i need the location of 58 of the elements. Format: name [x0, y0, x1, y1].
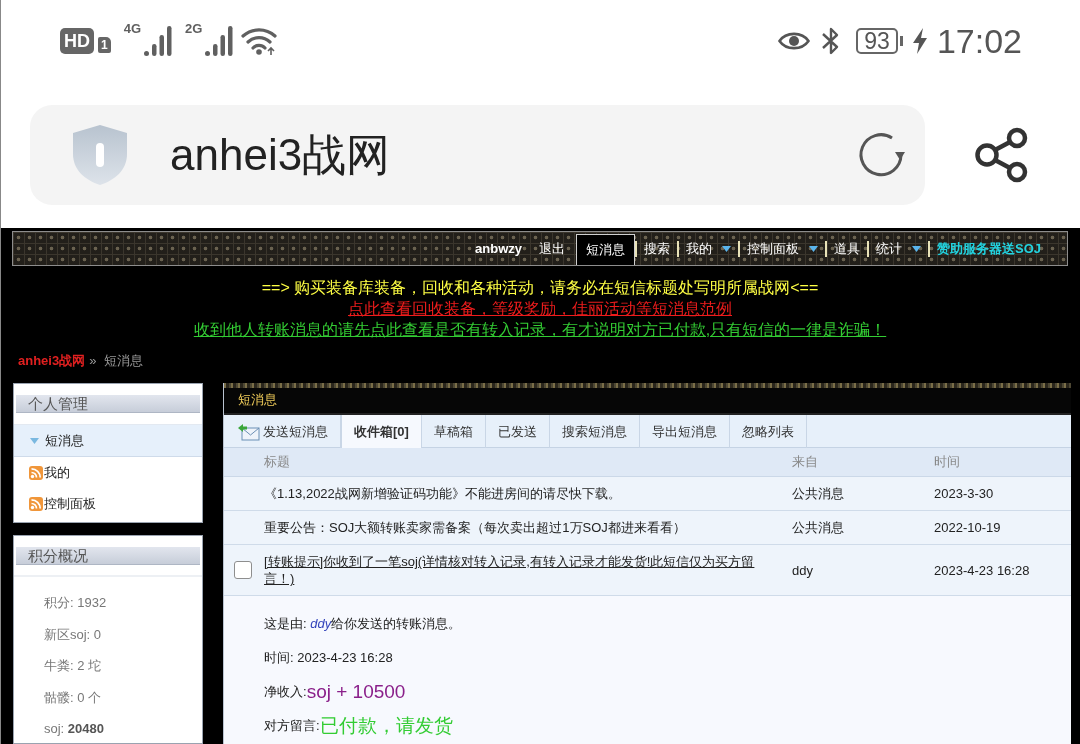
message-link[interactable]: [转账提示]你收到了一笔soj(详情核对转入记录,有转入记录才能发货!此短信仅为买方留言！): [264, 553, 764, 587]
message-title[interactable]: 重要公告：SOJ大额转账卖家需备案（每次卖出超过1万SOJ都进来看看）: [264, 520, 686, 535]
field-label: 对方留言:: [264, 717, 320, 735]
stat-text: 积分: 1932: [43, 594, 108, 612]
clock: 17:02: [936, 21, 1022, 61]
table-cell-text: 2023-3-30: [934, 485, 995, 502]
table-cell-text: 2023-4-23 16:28: [934, 561, 1031, 579]
eye-icon: [778, 30, 811, 52]
breadcrumb-link[interactable]: anhei3战网: [18, 353, 86, 368]
column-header: 标题: [264, 453, 291, 471]
sim-indicator: 1: [98, 37, 111, 53]
message-text: 这是由: ddy给你发送的转账消息。: [264, 615, 462, 633]
caret-icon: [30, 437, 39, 444]
checkbox[interactable]: [234, 561, 252, 579]
sidebar-item[interactable]: 短消息: [14, 425, 202, 457]
stat-text: 骷髅: 0 个: [43, 688, 103, 707]
notice-link[interactable]: 点此查看回收装备，等级奖励，佳丽活动等短消息范例: [348, 298, 732, 319]
rss-icon: [29, 465, 43, 480]
refresh-icon[interactable]: [857, 131, 905, 179]
username: anbwzy: [475, 240, 522, 258]
panel-title: 短消息: [238, 391, 277, 409]
page-title: anhei3战网: [170, 129, 392, 181]
envelope-icon: [238, 422, 260, 441]
share-icon[interactable]: [975, 127, 1029, 183]
column-header: 来自: [792, 453, 819, 471]
network-label: 2G: [185, 22, 203, 36]
nav-link[interactable]: 退出: [532, 232, 572, 265]
table-cell-text: 2022-10-19: [934, 519, 1002, 536]
rss-icon: [29, 496, 43, 511]
tab[interactable]: 收件箱[0]: [341, 415, 422, 448]
column-header: 时间: [934, 453, 961, 471]
stat-text: 新区soj: 0: [43, 625, 103, 644]
sidebar-item[interactable]: 我的: [14, 457, 202, 488]
shield-icon: [72, 124, 128, 186]
signal-icon: [205, 26, 234, 56]
message-text: 时间: 2023-4-23 16:28: [264, 649, 393, 667]
battery-indicator: 93: [856, 28, 903, 54]
sidebar-item[interactable]: 控制面板: [14, 488, 202, 519]
breadcrumb-separator: »: [89, 353, 97, 368]
hd-indicator: HD: [60, 28, 94, 54]
field-label: 净收入:: [264, 683, 307, 699]
panel-title: 个人管理: [16, 395, 200, 413]
message-title[interactable]: 《1.13,2022战网新增验证码功能》不能进房间的请尽快下载。: [264, 486, 621, 501]
table-cell-text: ddy: [792, 561, 814, 579]
table-cell-text: 公共消息: [792, 485, 845, 502]
address-bar[interactable]: anhei3战网: [30, 105, 925, 205]
field-value: 已付款，请发货: [319, 714, 453, 738]
table-cell-text: 公共消息: [792, 519, 845, 536]
breadcrumb-link[interactable]: 短消息: [104, 353, 144, 368]
wifi-icon: [241, 27, 280, 55]
notice-link[interactable]: 收到他人转账消息的请先点此查看是否有转入记录，有才说明对方已付款,只有短信的一律是诈骗！: [193, 319, 887, 340]
stat-text: soj: 20480: [43, 720, 105, 739]
nav-link[interactable]: 短消息: [576, 234, 635, 265]
notice-text: ==> 购买装备库装备，回收和各种活动，请务必在短信标题处写明所属战网<==: [261, 278, 819, 298]
network-label: 4G: [123, 22, 142, 36]
signal-icon: [144, 26, 173, 56]
panel-title: 积分概况: [16, 547, 200, 565]
stat-text: 牛粪: 2 坨: [43, 657, 103, 676]
